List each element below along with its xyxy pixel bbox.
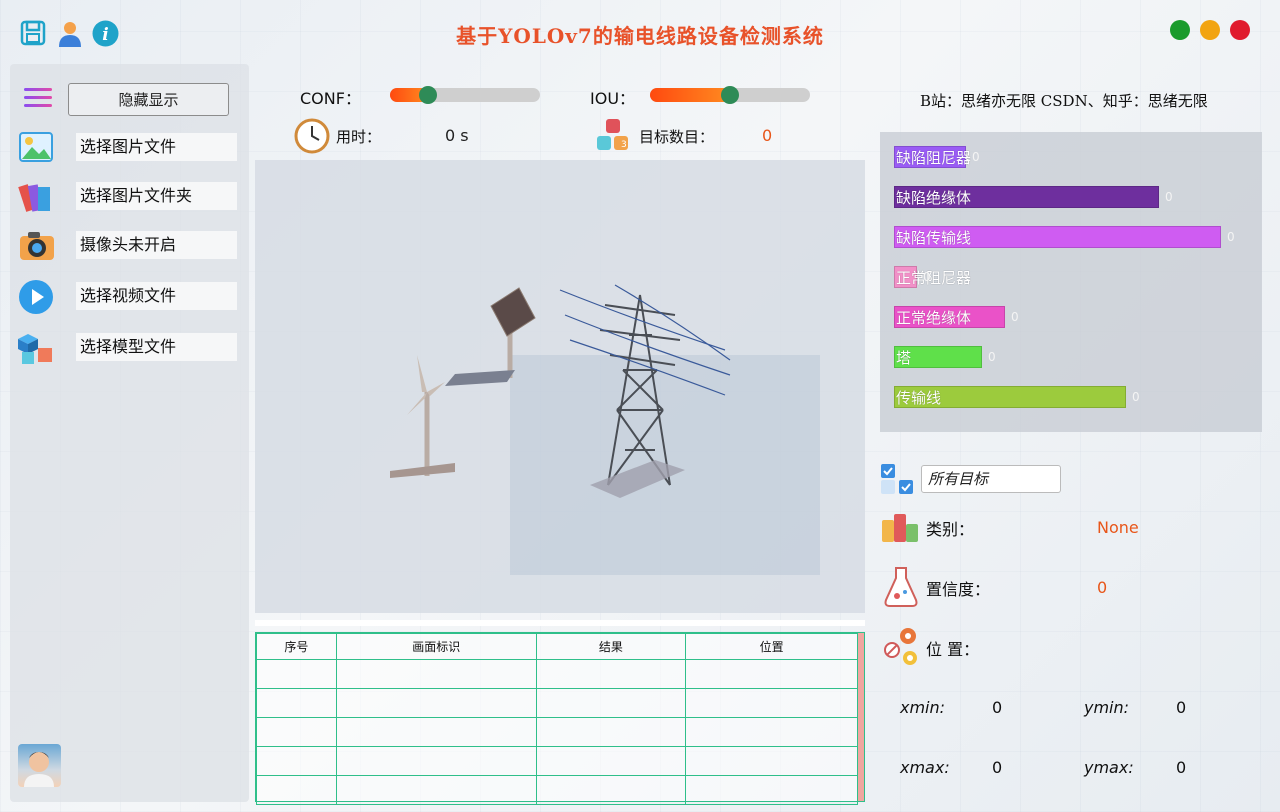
category-value: None [1097, 518, 1139, 537]
class-stat-value: 0 [923, 270, 931, 284]
conf-slider-handle[interactable] [418, 86, 437, 104]
image-display [255, 160, 865, 613]
table-header-row: 序号 画面标识 结果 位置 [256, 633, 858, 660]
count-value: 0 [762, 126, 773, 145]
cube-icon [18, 330, 56, 366]
count-label: 目标数目： [639, 128, 715, 146]
class-stat-value: 0 [1227, 230, 1235, 244]
target-select[interactable]: 所有目标 [921, 465, 1061, 493]
class-stat-label: 缺陷绝缘体 [896, 189, 972, 207]
confidence-label: 置信度： [926, 580, 991, 599]
folder-icon [18, 179, 56, 215]
ymin-label: ymin: [1084, 698, 1130, 717]
clock-icon [294, 118, 330, 158]
sidebar-item-camera[interactable]: 摄像头未开启 [18, 226, 237, 266]
svg-text:3: 3 [621, 140, 627, 150]
ymin-value: 0 [1176, 698, 1187, 717]
category-label: 类别： [926, 520, 975, 539]
iou-slider-fill [650, 88, 730, 102]
divider [255, 620, 865, 626]
sidebar: 隐藏显示 选择图片文件 选择图片文件夹 摄像头未开启 选择视频文件 选择模型文件 [10, 64, 249, 802]
class-stat-value: 0 [988, 350, 996, 364]
xmax-value: 0 [992, 758, 1003, 777]
count-icon: 3 [596, 118, 632, 158]
table-row[interactable] [256, 775, 858, 805]
toggle-sidebar-button[interactable]: 隐藏显示 [68, 83, 229, 116]
ymax-label: ymax: [1084, 758, 1134, 777]
camera-icon [18, 228, 56, 264]
play-icon [18, 279, 56, 315]
gears-icon [882, 626, 922, 666]
xmin-label: xmin: [900, 698, 946, 717]
iou-slider[interactable] [650, 86, 810, 104]
table-row[interactable] [256, 717, 858, 747]
close-button[interactable] [1230, 20, 1250, 40]
image-icon [18, 130, 56, 166]
class-stat-value: 0 [972, 150, 980, 164]
class-stat-label: 传输线 [896, 389, 942, 407]
sidebar-item-folder[interactable]: 选择图片文件夹 [18, 177, 237, 217]
maximize-button[interactable] [1170, 20, 1190, 40]
class-stat-label: 缺陷阻尼器 [896, 149, 972, 167]
table-scrollbar[interactable] [858, 633, 864, 801]
col-header-index[interactable]: 序号 [256, 633, 337, 660]
xmin-value: 0 [992, 698, 1003, 717]
class-stat-label: 正常阻尼器 [896, 269, 972, 287]
minimize-button[interactable] [1200, 20, 1220, 40]
table-row[interactable] [256, 746, 858, 776]
flask-icon [882, 566, 922, 607]
results-table[interactable]: 序号 画面标识 结果 位置 [255, 632, 865, 805]
class-stat-label: 缺陷传输线 [896, 229, 972, 247]
category-icon [880, 506, 920, 546]
title-bar: i 基于YOLOv7的输电线路设备检测系统 [0, 0, 1280, 62]
ymax-value: 0 [1176, 758, 1187, 777]
preview-illustration [390, 284, 820, 575]
sidebar-item-video[interactable]: 选择视频文件 [18, 277, 237, 317]
class-stat-label: 正常绝缘体 [896, 309, 972, 327]
time-value: 0 s [445, 126, 469, 145]
author-credit: B站：思绪亦无限 CSDN、知乎：思绪无限 [920, 92, 1208, 110]
conf-label: CONF： [300, 89, 361, 108]
iou-slider-handle[interactable] [721, 86, 739, 104]
xmax-label: xmax: [900, 758, 950, 777]
sidebar-item-image[interactable]: 选择图片文件 [18, 128, 237, 168]
class-stat-value: 0 [1132, 390, 1140, 404]
col-header-position[interactable]: 位置 [685, 633, 858, 660]
confidence-value: 0 [1097, 578, 1108, 597]
time-label: 用时： [336, 128, 382, 146]
table-row[interactable] [256, 659, 858, 689]
class-stats-panel: 缺陷阻尼器 0 缺陷绝缘体 0 缺陷传输线 0 正常阻尼器 0 正常绝缘体 0 塔 0 传输线 0 [880, 132, 1262, 432]
iou-label: IOU： [590, 89, 636, 108]
class-stat-label: 塔 [896, 349, 912, 367]
table-row[interactable] [256, 688, 858, 718]
menu-icon[interactable] [24, 88, 52, 112]
class-stat-value: 0 [1011, 310, 1019, 324]
conf-slider[interactable] [390, 86, 540, 104]
app-title: 基于YOLOv7的输电线路设备检测系统 [456, 24, 824, 48]
position-label: 位 置： [926, 640, 980, 659]
col-header-result[interactable]: 结果 [535, 633, 687, 660]
col-header-frame[interactable]: 画面标识 [335, 633, 537, 660]
checkbox-icon [880, 463, 916, 495]
sidebar-item-model[interactable]: 选择模型文件 [18, 328, 237, 368]
avatar [18, 744, 61, 787]
class-stat-value: 0 [1165, 190, 1173, 204]
